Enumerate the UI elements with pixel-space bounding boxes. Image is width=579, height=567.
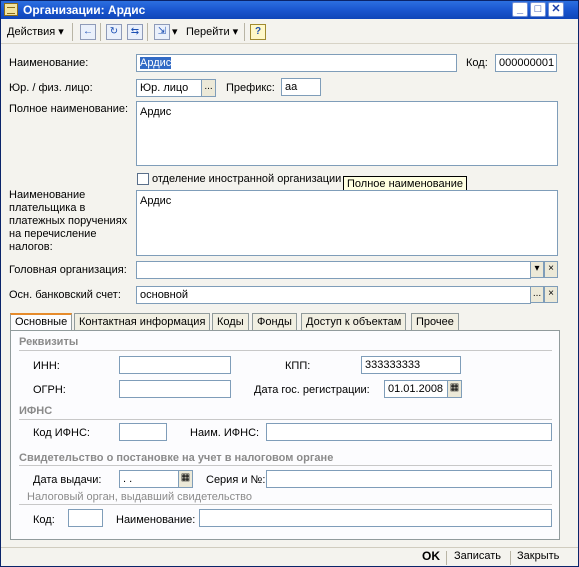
code-field[interactable]: 000000001: [495, 54, 557, 72]
legal-type-field[interactable]: Юр. лицо: [136, 79, 202, 97]
tab-funds[interactable]: Фонды: [252, 313, 297, 331]
bank-account-select-button[interactable]: ...: [530, 286, 544, 303]
goto-menu[interactable]: Перейти ▾: [186, 23, 238, 41]
close-window-button[interactable]: ✕: [548, 2, 564, 17]
save-button[interactable]: Записать: [454, 550, 501, 562]
button-separator: [510, 551, 511, 565]
title-bar: Организации: Ардис _ □ ✕: [1, 1, 578, 19]
window-title: Организации: Ардис: [23, 3, 146, 17]
catalog-icon: [4, 3, 18, 16]
ifns-section-title: ИФНС: [19, 405, 53, 417]
toolbar: Действия ▾ ← ↻ ⇆ ⇲ ▾ Перейти ▾ ?: [1, 20, 578, 44]
prefix-label: Префикс:: [226, 82, 275, 94]
bottom-bar: OK Записать Закрыть: [1, 547, 578, 566]
tab-other[interactable]: Прочее: [411, 313, 459, 331]
toolbar-separator: [244, 23, 245, 41]
button-separator: [446, 551, 447, 565]
issuer-name-label: Наименование:: [116, 514, 196, 526]
close-button[interactable]: Закрыть: [517, 550, 559, 562]
section-divider: [19, 465, 552, 466]
issuer-section-title: Налоговый орган, выдавший свидетельство: [27, 491, 253, 503]
toolbar-separator: [100, 23, 101, 41]
prefix-field[interactable]: аа: [281, 78, 321, 96]
help-icon[interactable]: ?: [250, 24, 266, 40]
tab-codes[interactable]: Коды: [212, 313, 249, 331]
head-org-clear-button[interactable]: ×: [544, 261, 558, 278]
ifns-name-field[interactable]: [266, 423, 552, 441]
actions-menu-label: Действия: [7, 26, 56, 38]
section-divider: [19, 504, 552, 505]
legal-type-label: Юр. / физ. лицо:: [9, 82, 93, 94]
requisites-section-title: Реквизиты: [19, 336, 79, 348]
tab-contact-info[interactable]: Контактная информация: [74, 313, 211, 331]
inn-field[interactable]: [119, 356, 231, 374]
issue-date-field[interactable]: . .: [119, 470, 179, 488]
toolbar-separator: [72, 23, 73, 41]
name-field[interactable]: Ардис: [136, 54, 457, 72]
actions-menu[interactable]: Действия ▾: [7, 23, 64, 41]
series-number-field[interactable]: [266, 470, 552, 488]
reg-date-field[interactable]: 01.01.2008: [384, 380, 448, 398]
chevron-down-icon: ▾: [58, 26, 64, 38]
issuer-code-label: Код:: [33, 514, 55, 526]
minimize-button[interactable]: _: [512, 2, 528, 17]
copy-doc-icon[interactable]: ⇆: [127, 24, 143, 40]
calendar-icon[interactable]: ▦: [178, 470, 193, 488]
bank-account-label: Осн. банковский счет:: [9, 289, 121, 301]
kpp-label: КПП:: [285, 360, 311, 372]
name-label: Наименование:: [9, 57, 89, 69]
inn-label: ИНН:: [33, 360, 60, 372]
tab-panel-main: Реквизиты ИНН: КПП: 333333333 ОГРН: Дата…: [10, 330, 560, 540]
ok-button[interactable]: OK: [422, 549, 440, 563]
issuer-code-field[interactable]: [68, 509, 103, 527]
bank-account-field[interactable]: основной: [136, 286, 531, 304]
window: Организации: Ардис _ □ ✕ Действия ▾ ← ↻ …: [0, 0, 579, 567]
code-label: Код:: [466, 57, 488, 69]
legal-type-select-button[interactable]: ...: [201, 79, 216, 97]
ifns-code-label: Код ИФНС:: [33, 427, 90, 439]
calendar-icon[interactable]: ▦: [447, 380, 462, 398]
goto-menu-label: Перейти: [186, 26, 230, 38]
full-name-label: Полное наименование:: [9, 103, 129, 115]
bank-account-clear-button[interactable]: ×: [544, 286, 558, 303]
head-org-field[interactable]: [136, 261, 531, 279]
issue-date-label: Дата выдачи:: [33, 474, 102, 486]
ogrn-label: ОГРН:: [33, 384, 66, 396]
foreign-org-checkbox[interactable]: [137, 173, 149, 185]
section-divider: [19, 419, 552, 420]
section-divider: [19, 350, 552, 351]
ifns-code-field[interactable]: [119, 423, 167, 441]
name-value: Ардис: [140, 57, 172, 69]
back-arrow-icon[interactable]: ←: [80, 24, 96, 40]
series-number-label: Серия и №:: [206, 474, 266, 486]
structure-dropdown[interactable]: ▾: [172, 23, 178, 41]
issuer-name-field[interactable]: [199, 509, 552, 527]
head-org-dropdown-button[interactable]: ▾: [530, 261, 544, 278]
ifns-name-label: Наим. ИФНС:: [190, 427, 260, 439]
ogrn-field[interactable]: [119, 380, 231, 398]
structure-icon[interactable]: ⇲: [154, 24, 170, 40]
foreign-org-label: отделение иностранной организации: [152, 173, 342, 185]
certificate-section-title: Свидетельство о постановке на учет в нал…: [19, 452, 334, 464]
tab-object-access[interactable]: Доступ к объектам: [301, 313, 407, 331]
head-org-label: Головная организация:: [9, 264, 127, 276]
payer-name-label: Наименование плательщика в платежных пор…: [9, 189, 128, 253]
reg-date-label: Дата гос. регистрации:: [254, 384, 370, 396]
toolbar-separator: [147, 23, 148, 41]
payer-name-textarea[interactable]: Ардис: [136, 190, 558, 256]
refresh-icon[interactable]: ↻: [106, 24, 122, 40]
kpp-field[interactable]: 333333333: [361, 356, 461, 374]
chevron-down-icon: ▾: [232, 26, 239, 38]
maximize-button[interactable]: □: [530, 2, 546, 17]
full-name-textarea[interactable]: Ардис: [136, 101, 558, 166]
